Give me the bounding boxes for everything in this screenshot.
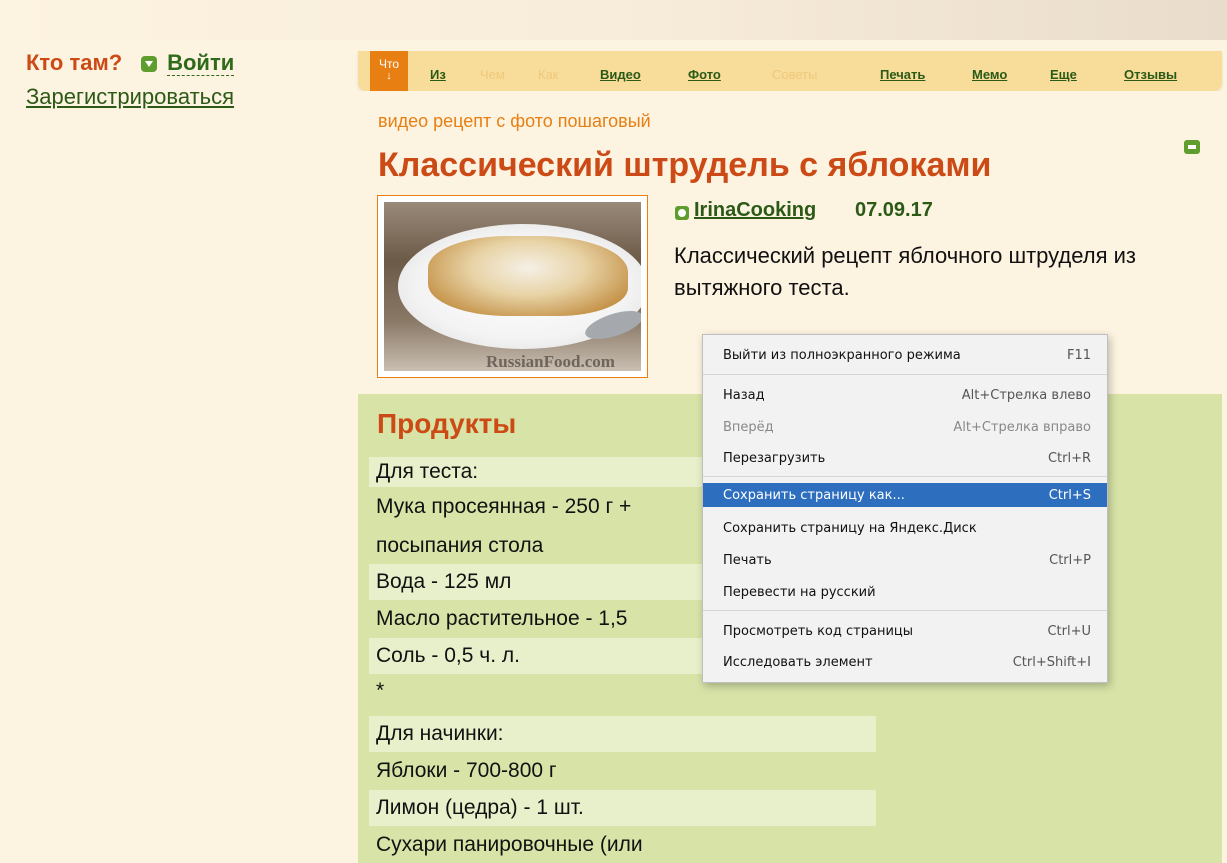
ingredient-row: Для начинки:	[369, 716, 876, 752]
who-label: Кто там?	[26, 50, 123, 75]
menu-back[interactable]: Назад Alt+Стрелка влево	[703, 383, 1107, 407]
menu-translate[interactable]: Перевести на русский	[703, 580, 1107, 604]
menu-save-page-as[interactable]: Сохранить страницу как... Ctrl+S	[703, 483, 1107, 507]
nav-tab-memo[interactable]: Мемо	[972, 67, 1007, 82]
menu-item-shortcut: Ctrl+S	[1048, 488, 1091, 503]
recipe-date: 07.09.17	[855, 199, 933, 221]
nav-tab-active[interactable]: Что ↓	[370, 51, 408, 91]
login-icon[interactable]	[140, 56, 157, 72]
menu-item-label: Перевести на русский	[723, 585, 876, 600]
ingredient-row: Сухари панировочные (или	[369, 827, 876, 863]
menu-item-label: Выйти из полноэкранного режима	[723, 348, 961, 363]
menu-item-label: Перезагрузить	[723, 451, 826, 466]
menu-item-shortcut: Alt+Стрелка вправо	[953, 420, 1091, 435]
recipe-description: Классический рецепт яблочного штруделя и…	[674, 243, 1137, 300]
nav-tab-kak: Как	[538, 67, 559, 82]
nav-tab-tips: Советы	[772, 67, 818, 82]
recipe-title: Классический штрудель с яблоками	[378, 146, 992, 184]
menu-save-yandex-disk[interactable]: Сохранить страницу на Яндекс.Диск	[703, 516, 1107, 540]
nav-tab-chem: Чем	[480, 67, 505, 82]
menu-forward: Вперёд Alt+Стрелка вправо	[703, 415, 1107, 439]
arrow-down-icon: ↓	[386, 70, 392, 82]
menu-item-shortcut: F11	[1066, 348, 1091, 363]
register-link[interactable]: Зарегистрироваться	[26, 84, 234, 110]
author-icon	[675, 206, 689, 220]
user-block: Кто там? Войти Зарегистрироваться	[26, 50, 235, 110]
menu-print[interactable]: Печать Ctrl+P	[703, 548, 1107, 572]
recipe-nav-bar: Что ↓ Из Чем Как Видео Фото Советы Печат…	[358, 51, 1222, 91]
menu-inspect-element[interactable]: Исследовать элемент Ctrl+Shift+I	[703, 650, 1107, 674]
ingredient-row: Яблоки - 700-800 г	[369, 753, 876, 789]
menu-item-shortcut: Ctrl+R	[1047, 451, 1091, 466]
menu-divider	[703, 610, 1107, 611]
menu-item-label: Сохранить страницу как...	[723, 488, 905, 503]
menu-item-shortcut: Alt+Стрелка влево	[961, 388, 1091, 403]
top-background	[0, 0, 1227, 40]
menu-item-shortcut: Ctrl+Shift+I	[1012, 655, 1091, 670]
nav-tab-video[interactable]: Видео	[600, 67, 641, 82]
login-link[interactable]: Войти	[167, 50, 235, 76]
menu-item-label: Печать	[723, 553, 772, 568]
menu-item-label: Сохранить страницу на Яндекс.Диск	[723, 521, 977, 536]
nav-tab-more[interactable]: Еще	[1050, 67, 1077, 82]
print-icon[interactable]	[1184, 140, 1200, 154]
ingredient-row: Лимон (цедра) - 1 шт.	[369, 790, 876, 826]
nav-active-label: Что	[378, 57, 400, 71]
menu-item-shortcut: Ctrl+P	[1049, 553, 1091, 568]
nav-tab-print[interactable]: Печать	[880, 67, 925, 82]
nav-tab-photo[interactable]: Фото	[688, 67, 721, 82]
menu-item-label: Просмотреть код страницы	[723, 624, 914, 639]
menu-item-label: Вперёд	[723, 420, 774, 435]
photo-watermark: RussianFood.com	[486, 352, 615, 371]
menu-view-source[interactable]: Просмотреть код страницы Ctrl+U	[703, 619, 1107, 643]
menu-divider	[703, 476, 1107, 477]
nav-tab-reviews[interactable]: Отзывы	[1124, 67, 1177, 82]
strudel-image: RussianFood.com	[384, 202, 641, 371]
menu-item-label: Исследовать элемент	[723, 655, 873, 670]
strudel-shape	[428, 236, 628, 316]
author-link[interactable]: IrinaCooking	[694, 199, 816, 222]
menu-item-label: Назад	[723, 388, 765, 403]
recipe-photo[interactable]: RussianFood.com	[377, 195, 648, 378]
menu-reload[interactable]: Перезагрузить Ctrl+R	[703, 446, 1107, 470]
context-menu: Выйти из полноэкранного режима F11 Назад…	[702, 334, 1108, 683]
products-title: Продукты	[377, 408, 517, 439]
recipe-subtitle: видео рецепт с фото пошаговый	[378, 111, 651, 131]
menu-exit-fullscreen[interactable]: Выйти из полноэкранного режима F11	[703, 343, 1107, 367]
menu-item-shortcut: Ctrl+U	[1047, 624, 1091, 639]
nav-tab-iz[interactable]: Из	[430, 67, 446, 82]
menu-divider	[703, 374, 1107, 375]
